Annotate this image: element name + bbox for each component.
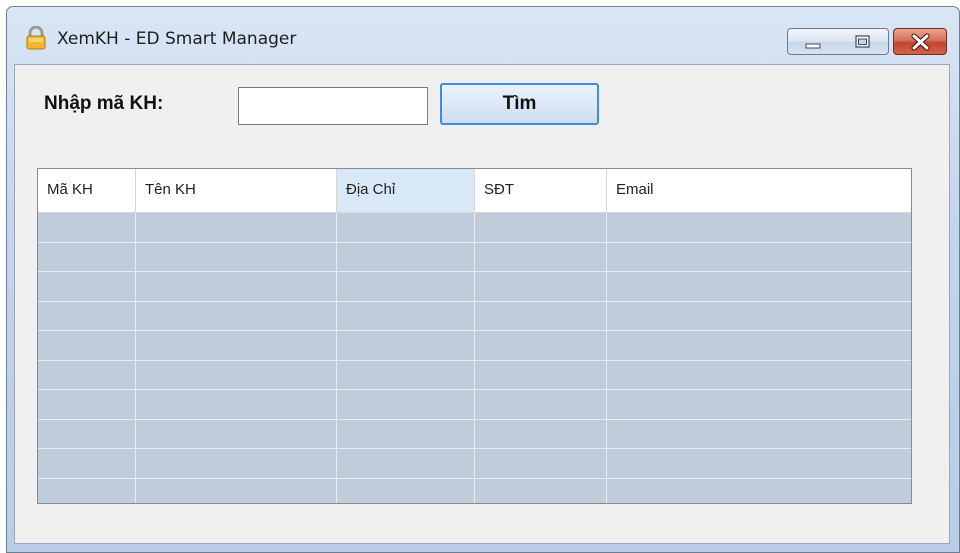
table-cell[interactable] [337, 360, 475, 389]
table-cell[interactable] [607, 361, 911, 390]
table-cell[interactable] [607, 390, 911, 419]
table-cell[interactable] [607, 331, 911, 360]
grid-header: Mã KH Tên KH Địa Chỉ SĐT Email [38, 169, 911, 213]
table-cell[interactable] [136, 213, 337, 242]
table-cell[interactable] [607, 213, 911, 242]
table-cell[interactable] [337, 478, 475, 503]
table-cell[interactable] [475, 419, 607, 448]
window-title: XemKH - ED Smart Manager [57, 29, 297, 49]
table-cell[interactable] [337, 242, 475, 271]
column-header-ten-kh[interactable]: Tên KH [136, 169, 337, 212]
table-cell[interactable] [607, 479, 911, 504]
table-cell[interactable] [337, 301, 475, 330]
maximize-icon [855, 35, 870, 48]
table-cell[interactable] [38, 390, 136, 419]
table-row[interactable] [38, 478, 911, 504]
table-row[interactable] [38, 419, 911, 449]
table-cell[interactable] [38, 360, 136, 389]
search-button[interactable]: Tìm [440, 83, 599, 125]
close-button[interactable] [893, 28, 947, 55]
table-cell[interactable] [337, 390, 475, 419]
table-row[interactable] [38, 213, 911, 243]
column-header-ma-kh[interactable]: Mã KH [38, 169, 136, 212]
table-cell[interactable] [136, 449, 337, 478]
table-cell[interactable] [136, 419, 337, 448]
table-cell[interactable] [38, 449, 136, 478]
table-cell[interactable] [136, 272, 337, 301]
table-cell[interactable] [475, 449, 607, 478]
table-cell[interactable] [38, 331, 136, 360]
table-row[interactable] [38, 390, 911, 420]
customer-grid[interactable]: Mã KH Tên KH Địa Chỉ SĐT Email [37, 168, 912, 504]
table-cell[interactable] [475, 242, 607, 271]
column-header-email[interactable]: Email [607, 169, 911, 212]
table-cell[interactable] [38, 242, 136, 271]
table-cell[interactable] [337, 213, 475, 242]
table-cell[interactable] [607, 449, 911, 478]
title-bar[interactable]: XemKH - ED Smart Manager [7, 7, 959, 65]
table-cell[interactable] [475, 213, 607, 242]
table-cell[interactable] [136, 301, 337, 330]
table-row[interactable] [38, 449, 911, 479]
table-cell[interactable] [607, 243, 911, 272]
table-cell[interactable] [337, 419, 475, 448]
table-cell[interactable] [136, 478, 337, 503]
table-cell[interactable] [136, 390, 337, 419]
table-cell[interactable] [38, 272, 136, 301]
grid-body [38, 213, 911, 503]
table-cell[interactable] [38, 478, 136, 503]
minimize-button[interactable] [787, 28, 838, 55]
maximize-button[interactable] [837, 28, 889, 55]
table-cell[interactable] [136, 360, 337, 389]
table-row[interactable] [38, 242, 911, 272]
table-cell[interactable] [475, 301, 607, 330]
minimize-icon [805, 43, 821, 49]
table-cell[interactable] [475, 478, 607, 503]
table-row[interactable] [38, 301, 911, 331]
column-header-dia-chi[interactable]: Địa Chỉ [337, 169, 475, 212]
table-cell[interactable] [38, 301, 136, 330]
table-cell[interactable] [38, 213, 136, 242]
table-cell[interactable] [607, 420, 911, 449]
table-cell[interactable] [607, 302, 911, 331]
close-icon [911, 33, 930, 51]
table-cell[interactable] [475, 272, 607, 301]
table-cell[interactable] [475, 360, 607, 389]
table-cell[interactable] [337, 331, 475, 360]
lock-icon [26, 26, 46, 50]
table-cell[interactable] [475, 390, 607, 419]
table-cell[interactable] [475, 331, 607, 360]
ma-kh-label: Nhập mã KH: [44, 93, 164, 114]
table-row[interactable] [38, 360, 911, 390]
table-row[interactable] [38, 272, 911, 302]
column-header-sdt[interactable]: SĐT [475, 169, 607, 212]
ma-kh-input[interactable] [238, 87, 428, 125]
table-cell[interactable] [136, 331, 337, 360]
table-cell[interactable] [337, 449, 475, 478]
table-cell[interactable] [136, 242, 337, 271]
table-cell[interactable] [38, 419, 136, 448]
table-row[interactable] [38, 331, 911, 361]
table-cell[interactable] [607, 272, 911, 301]
table-cell[interactable] [337, 272, 475, 301]
